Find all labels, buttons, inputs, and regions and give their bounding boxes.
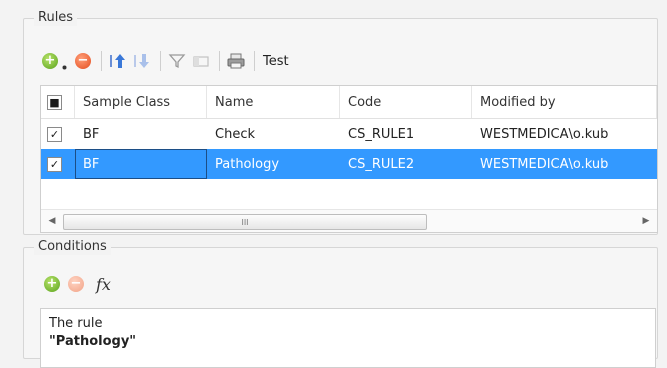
scroll-thumb[interactable]: III (63, 214, 427, 230)
remove-rule-button[interactable]: − (73, 51, 93, 71)
rules-toolbar: + − Test (40, 49, 289, 73)
conditions-group: Conditions + − fx The rule "Pathology" (23, 239, 658, 368)
condition-text-area[interactable]: The rule "Pathology" (40, 308, 656, 368)
conditions-toolbar: + − fx (42, 274, 111, 294)
scroll-track[interactable]: III (63, 213, 635, 230)
cell-sample-class[interactable]: BF (75, 149, 207, 179)
check-all-checkbox[interactable]: ■ (47, 94, 62, 110)
plus-icon: + (44, 276, 60, 292)
column-header-modified-by[interactable]: Modified by (472, 86, 657, 118)
filter-button[interactable] (167, 51, 187, 71)
toolbar-separator (254, 51, 255, 71)
table-row-selected[interactable]: ✓ BF Pathology CS_RULE2 WESTMEDICA\o.kub (41, 149, 657, 179)
cell-sample-class: BF (83, 126, 100, 142)
add-condition-button[interactable]: + (42, 274, 62, 294)
cell-code: CS_RULE1 (348, 126, 415, 142)
conditions-group-title: Conditions (34, 239, 111, 255)
card-icon (193, 56, 209, 67)
minus-icon: − (75, 53, 91, 69)
filter-icon (168, 54, 186, 69)
toolbar-separator (101, 51, 102, 71)
add-dropdown-arrow-icon[interactable] (62, 59, 67, 69)
column-header-name[interactable]: Name (207, 86, 340, 118)
cell-name: Check (215, 126, 255, 142)
cell-code: CS_RULE2 (348, 156, 415, 172)
move-down-icon (134, 54, 149, 68)
card-button[interactable] (191, 51, 211, 71)
table-header: ■ Sample Class Name Code Modified by (41, 86, 657, 119)
rules-group: Rules + − Test ■ Sample Class Name Code … (23, 10, 658, 235)
move-up-icon (110, 54, 125, 68)
printer-icon (227, 53, 245, 69)
horizontal-scrollbar[interactable]: ◀ III ▶ (41, 209, 657, 232)
cell-modified-by: WESTMEDICA\o.kub (480, 156, 609, 172)
condition-rule-name: "Pathology" (49, 334, 137, 349)
rules-group-title: Rules (34, 10, 78, 26)
add-rule-button[interactable]: + (40, 51, 60, 71)
header-check-all[interactable]: ■ (41, 86, 75, 118)
scroll-right-icon[interactable]: ▶ (635, 216, 657, 226)
remove-condition-button[interactable]: − (66, 274, 86, 294)
column-header-sample-class[interactable]: Sample Class (75, 86, 207, 118)
move-down-button[interactable] (132, 51, 152, 71)
row-checkbox[interactable]: ✓ (47, 156, 62, 172)
test-button[interactable]: Test (263, 54, 289, 69)
toolbar-separator (160, 51, 161, 71)
rules-table: ■ Sample Class Name Code Modified by ✓ B… (40, 85, 658, 233)
print-button[interactable] (226, 51, 246, 71)
plus-icon: + (42, 53, 58, 69)
toolbar-separator (219, 51, 220, 71)
move-up-button[interactable] (108, 51, 128, 71)
table-row[interactable]: ✓ BF Check CS_RULE1 WESTMEDICA\o.kub (41, 119, 657, 149)
condition-text-line1: The rule (49, 316, 103, 331)
row-checkbox[interactable]: ✓ (47, 126, 62, 142)
minus-icon: − (68, 276, 84, 292)
scroll-left-icon[interactable]: ◀ (41, 216, 63, 226)
function-button[interactable]: fx (96, 275, 111, 294)
cell-modified-by: WESTMEDICA\o.kub (480, 126, 609, 142)
column-header-code[interactable]: Code (340, 86, 472, 118)
cell-name: Pathology (215, 156, 280, 172)
